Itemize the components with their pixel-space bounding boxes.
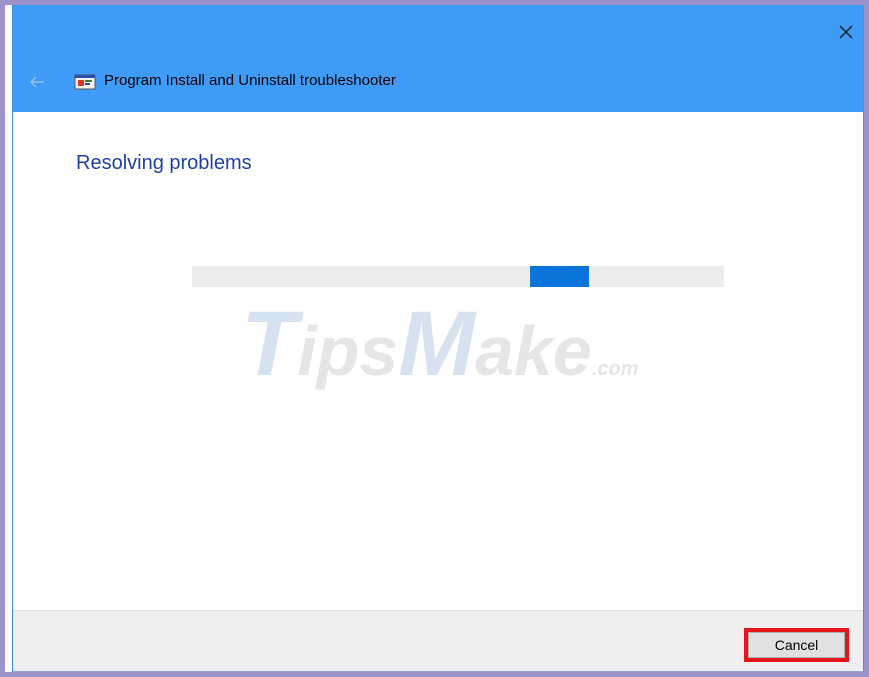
watermark-ake: ake <box>474 312 592 390</box>
watermark-com: .com <box>591 358 639 380</box>
window-title: Program Install and Uninstall troublesho… <box>104 72 396 89</box>
watermark-t: T <box>241 293 298 395</box>
back-button[interactable] <box>29 74 45 88</box>
back-arrow-icon <box>30 76 44 88</box>
page-heading: Resolving problems <box>76 152 252 174</box>
cancel-highlight-box: Cancel <box>744 628 849 662</box>
progress-indicator <box>530 266 589 287</box>
close-icon <box>839 25 853 39</box>
progress-bar <box>192 266 724 287</box>
troubleshooter-window: Program Install and Uninstall troublesho… <box>12 5 864 672</box>
troubleshooter-icon <box>74 74 96 90</box>
watermark-m: M <box>398 293 475 395</box>
title-bar: Program Install and Uninstall troublesho… <box>13 5 863 112</box>
button-bar: Cancel <box>13 610 863 671</box>
cancel-button[interactable]: Cancel <box>748 632 845 658</box>
watermark-logo: TipsMake.com <box>241 298 638 390</box>
content-area: Resolving problems TipsMake.com <box>13 112 863 613</box>
close-button[interactable] <box>835 21 857 43</box>
watermark-ips: ips <box>297 312 399 390</box>
